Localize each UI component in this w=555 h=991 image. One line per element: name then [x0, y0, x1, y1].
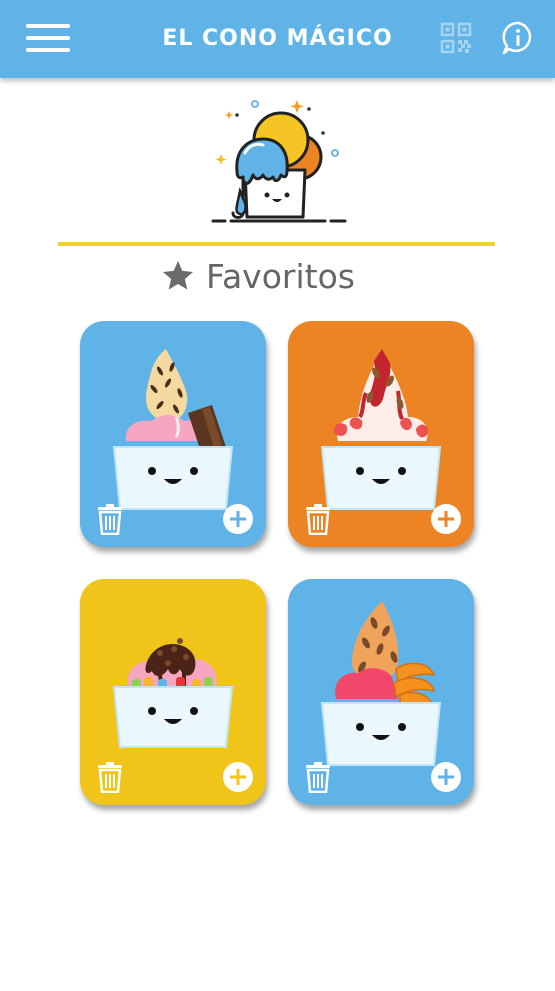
ice-cream-logo [211, 100, 347, 223]
trash-icon[interactable] [304, 503, 332, 535]
plus-circle-icon[interactable] [222, 761, 254, 793]
star-icon [163, 261, 193, 290]
plus-circle-icon[interactable] [430, 503, 462, 535]
plus-circle-icon[interactable] [430, 761, 462, 793]
favorites-title: Favoritos [206, 256, 355, 296]
trash-icon[interactable] [96, 503, 124, 535]
trash-icon[interactable] [304, 761, 332, 793]
favorite-card[interactable] [288, 579, 474, 805]
top-app-bar: EL CONO MÁGICO [0, 0, 555, 78]
trash-icon[interactable] [96, 761, 124, 793]
section-divider [58, 242, 495, 246]
favorite-card[interactable] [288, 321, 474, 547]
favorite-card[interactable] [80, 321, 266, 547]
qr-code-icon[interactable] [440, 22, 472, 54]
plus-circle-icon[interactable] [222, 503, 254, 535]
favorite-card[interactable] [80, 579, 266, 805]
info-icon[interactable] [500, 20, 536, 56]
favorites-heading: Favoritos [160, 254, 355, 298]
